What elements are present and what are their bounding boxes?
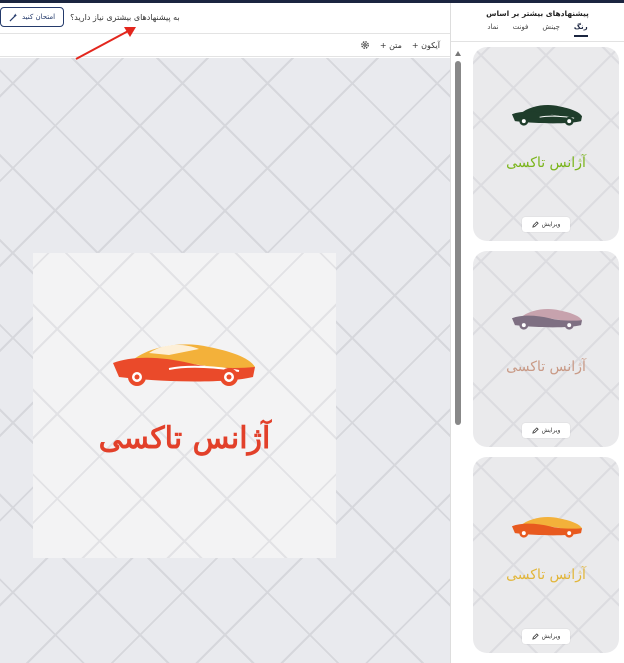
design-canvas[interactable]: آژانس تاکسی	[0, 58, 450, 663]
scroll-up-icon[interactable]	[455, 51, 461, 56]
tab-layout[interactable]: چینش	[542, 23, 559, 37]
suggestion-card[interactable]: آژانس تاکسی ویرایش	[473, 457, 619, 653]
logo-text[interactable]: آژانس تاکسی	[33, 421, 336, 456]
edit-button-label: ویرایش	[541, 633, 561, 640]
gear-icon	[361, 41, 369, 49]
suggestion-question: به پیشنهادهای بیشتری نیاز دارید؟	[70, 12, 180, 22]
pencil-icon	[531, 221, 539, 228]
tab-font[interactable]: فونت	[513, 23, 529, 37]
car-logo-icon	[511, 517, 583, 538]
card-logo-text: آژانس تاکسی	[506, 359, 586, 375]
suggestion-bar: به پیشنهادهای بیشتری نیاز دارید؟ امتحان …	[0, 3, 450, 31]
pencil-icon	[531, 427, 539, 434]
pencil-icon	[531, 633, 539, 640]
car-logo-icon	[511, 105, 583, 126]
edit-button[interactable]: ویرایش	[522, 629, 570, 644]
edit-button-label: ویرایش	[541, 427, 561, 434]
magic-wand-icon	[9, 12, 18, 22]
add-text-button[interactable]: + متن	[380, 41, 402, 50]
suggestion-card[interactable]: آژانس تاکسی ویرایش	[473, 47, 619, 241]
edit-button[interactable]: ویرایش	[522, 423, 570, 438]
tab-symbol[interactable]: نماد	[487, 23, 498, 37]
editor-toolbar: + متن + آیکون	[0, 33, 450, 57]
car-logo-icon	[511, 309, 583, 330]
suggestion-tabs: رنگ چینش فونت نماد	[451, 23, 624, 37]
add-icon-button[interactable]: + آیکون	[412, 41, 440, 50]
taxi-car-logo[interactable]	[109, 333, 259, 388]
suggestion-card[interactable]: آژانس تاکسی ویرایش	[473, 251, 619, 447]
scrollbar[interactable]	[455, 51, 461, 663]
scrollbar-thumb[interactable]	[455, 61, 461, 425]
panel-title: پیشنهادهای بیشتر بر اساس	[486, 9, 589, 18]
card-logo-text: آژانس تاکسی	[506, 567, 586, 583]
tab-color[interactable]: رنگ	[573, 23, 588, 37]
suggestions-panel: پیشنهادهای بیشتر بر اساس رنگ چینش فونت ن…	[450, 3, 624, 663]
logo-artboard[interactable]: آژانس تاکسی	[33, 253, 336, 558]
settings-button[interactable]	[360, 40, 370, 50]
card-logo-text: آژانس تاکسی	[506, 155, 586, 171]
try-button[interactable]: امتحان کنید	[0, 7, 65, 27]
editor-area: به پیشنهادهای بیشتری نیاز دارید؟ امتحان …	[0, 3, 450, 663]
edit-button[interactable]: ویرایش	[522, 217, 570, 232]
try-button-label: امتحان کنید	[22, 13, 56, 21]
edit-button-label: ویرایش	[541, 221, 561, 228]
panel-divider	[451, 41, 624, 42]
